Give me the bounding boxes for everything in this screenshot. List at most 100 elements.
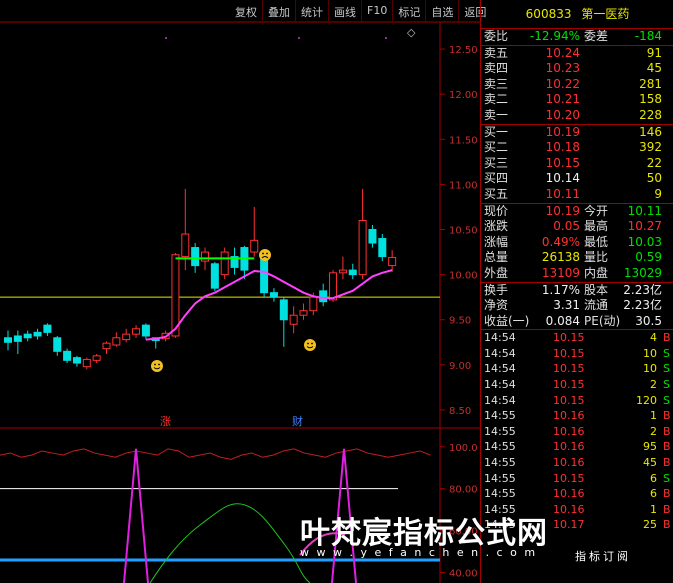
toolbar-button-0[interactable]: 复权: [230, 0, 262, 22]
tick-price: 10.15: [553, 471, 585, 485]
weicha-label: 委差: [584, 29, 609, 43]
asks-label: 卖二: [484, 92, 509, 107]
tick-direction: B: [663, 456, 671, 470]
bids-volume: 50: [646, 171, 662, 186]
tick-direction: B: [663, 440, 671, 454]
candle-body: [132, 328, 141, 335]
tick-volume: 120: [636, 393, 657, 407]
quote-row: 现价 10.19 今开 10.11: [481, 204, 673, 220]
weibi-label: 委比: [484, 29, 509, 43]
tick-price: 10.17: [553, 518, 585, 532]
ma-line: [145, 269, 393, 341]
stat-label-2: 流通: [584, 298, 609, 313]
bids-volume: 22: [646, 155, 662, 170]
fundamental-stats: 换手 1.17% 股本 2.23亿 净资 3.31 流通 2.23亿 收益(一) 0.084 PE(…: [481, 283, 673, 330]
quote-row: 涨幅 0.49% 最低 10.03: [481, 235, 673, 251]
bids-row[interactable]: 买四 10.14 50: [481, 171, 673, 187]
tick-time: 14:55: [484, 487, 516, 501]
candle-body: [33, 331, 42, 337]
smile-face-icon: [151, 360, 163, 372]
bids-label: 买五: [484, 186, 509, 201]
quote-label-2: 量比: [584, 250, 609, 265]
stat-label-2: 股本: [584, 282, 609, 297]
candle-body: [102, 342, 111, 350]
stock-name: 第一医药: [581, 7, 630, 21]
asks-price: 10.24: [545, 45, 580, 60]
quote-value: 10.19: [545, 203, 580, 218]
asks-price: 10.20: [545, 107, 580, 122]
bids-row[interactable]: 买五 10.11 9: [481, 187, 673, 203]
smile-face-icon: [304, 339, 316, 351]
tick-price: 10.15: [553, 331, 585, 345]
candle-body: [43, 324, 52, 333]
stat-value-2: 30.5: [635, 313, 662, 328]
asks-row[interactable]: 卖五 10.24 91: [481, 46, 673, 62]
price-label: 10.00: [449, 271, 478, 282]
candle-body: [348, 269, 357, 276]
asks-label: 卖五: [484, 45, 509, 60]
toolbar-button-1[interactable]: 叠加: [262, 0, 295, 22]
bids-row[interactable]: 买二 10.18 392: [481, 140, 673, 156]
candle-body: [250, 239, 259, 253]
candle-body: [299, 310, 308, 316]
diamond-icon[interactable]: ◇: [407, 26, 416, 39]
chart-toolbar: 复权 叠加 统计 画线 F10 标记 自选 返回: [230, 0, 491, 22]
quote-label: 涨跌: [484, 219, 509, 234]
tick-direction: B: [663, 424, 671, 438]
asks-row[interactable]: 卖二 10.21 158: [481, 92, 673, 108]
candle-body: [92, 355, 101, 361]
stat-value-2: 2.23亿: [623, 298, 662, 313]
candle-body: [23, 333, 32, 339]
tick-volume: 4: [650, 331, 657, 345]
price-label: 9.50: [449, 316, 471, 327]
tick-price: 10.16: [553, 456, 585, 470]
stat-row: 换手 1.17% 股本 2.23亿: [481, 283, 673, 299]
tick-price: 10.15: [553, 362, 585, 376]
candle-body: [210, 263, 219, 289]
tick-volume: 2: [650, 378, 657, 392]
asks-row[interactable]: 卖一 10.20 228: [481, 108, 673, 124]
asks-row[interactable]: 卖四 10.23 45: [481, 61, 673, 77]
toolbar-button-4[interactable]: F10: [361, 0, 392, 22]
asks-label: 卖一: [484, 107, 509, 122]
quote-row: 总量 26138 量比 0.59: [481, 250, 673, 266]
quote-value: 13109: [541, 265, 580, 280]
price-label: 12.00: [449, 90, 478, 101]
tick-price: 10.16: [553, 502, 585, 516]
candle-body: [269, 292, 278, 298]
bids-row[interactable]: 买三 10.15 22: [481, 156, 673, 172]
price-label: 9.00: [449, 361, 471, 372]
asks-volume: 45: [646, 61, 662, 76]
kline-chart[interactable]: 12.50 12.00 11.50 11.00 10.50 10.00 9.50 9.00 8.…: [0, 0, 480, 583]
stat-row: 净资 3.31 流通 2.23亿: [481, 298, 673, 314]
tick-row: 14:54 10.15 120 S: [481, 393, 673, 409]
tick-time: 14:55: [484, 471, 516, 485]
dot-marker: [298, 37, 300, 39]
toolbar-button-3[interactable]: 画线: [328, 0, 361, 22]
osc-label: 80.00: [449, 485, 478, 496]
osc-spike-1: [123, 448, 149, 583]
weibi-value: -12.94%: [529, 29, 580, 43]
bids-row[interactable]: 买一 10.19 146: [481, 125, 673, 141]
sad-face-icon: [259, 249, 271, 261]
tick-volume: 1: [650, 409, 657, 423]
stock-header: 600833 第一医药: [481, 0, 673, 29]
bids-volume: 392: [639, 140, 662, 155]
osc-label: 100.0: [449, 443, 478, 454]
tick-list[interactable]: 14:54 10.15 4 B 14:54 10.15 10 S 14:54 10.15 10 S 14…: [481, 330, 673, 533]
price-label: 8.50: [449, 406, 471, 417]
toolbar-button-6[interactable]: 自选: [425, 0, 458, 22]
toolbar-button-5[interactable]: 标记: [392, 0, 425, 22]
quote-value: 26138: [541, 250, 580, 265]
tick-time: 14:54: [484, 362, 516, 376]
toolbar-button-2[interactable]: 统计: [295, 0, 328, 22]
quote-value-2: 13029: [623, 265, 662, 280]
tick-direction: S: [663, 393, 670, 407]
weibi-row: 委比 -12.94% 委差 -184: [481, 29, 673, 45]
tick-price: 10.15: [553, 393, 585, 407]
candle-body: [319, 290, 328, 303]
tick-row: 14:54 10.15 2 S: [481, 377, 673, 393]
asks-row[interactable]: 卖三 10.22 281: [481, 77, 673, 93]
quote-value-2: 10.11: [627, 203, 662, 218]
quote-label: 涨幅: [484, 234, 509, 249]
